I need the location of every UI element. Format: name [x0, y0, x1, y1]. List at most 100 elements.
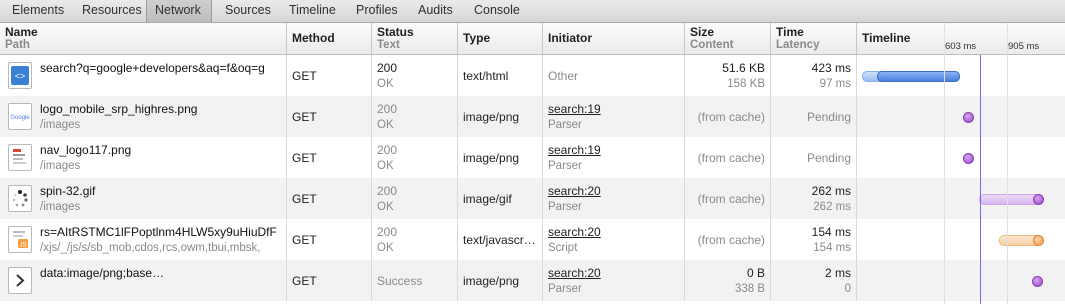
initiator-link[interactable]: search:20 — [548, 225, 679, 239]
initiator-cell: search:20 Parser — [543, 260, 685, 301]
svg-text:JS: JS — [19, 243, 26, 249]
column-title: Name — [5, 25, 38, 39]
status-cell: 200 OK — [372, 96, 458, 137]
request-method: GET — [292, 110, 317, 124]
request-time: Pending — [806, 151, 851, 165]
timeline-dot — [1032, 276, 1043, 287]
request-name: logo_mobile_srp_highres.png — [40, 102, 198, 116]
name-cell: spin-32.gif /images — [0, 178, 287, 219]
column-header-timeline[interactable]: Timeline 603 ms 905 ms — [857, 23, 1065, 54]
initiator-type: Parser — [548, 119, 582, 131]
initiator-link[interactable]: search:19 — [548, 102, 679, 116]
initiator-cell: Other — [543, 55, 685, 96]
column-title: Status — [377, 25, 414, 39]
status-text: OK — [377, 242, 394, 254]
column-header-time[interactable]: Time Latency — [771, 23, 857, 54]
transfer-size: (from cache) — [697, 110, 765, 124]
size-cell: (from cache) — [685, 219, 771, 260]
time-cell: 2 ms 0 — [771, 260, 857, 301]
name-cell: JS rs=AItRSTMC1lFPoptlnm4HLW5xy9uHiuDfF … — [0, 219, 287, 260]
initiator-link[interactable]: search:20 — [548, 184, 679, 198]
timeline-cell — [857, 260, 1065, 301]
type-cell: image/gif — [458, 178, 543, 219]
timeline-cell — [857, 137, 1065, 178]
status-cell: 200 OK — [372, 178, 458, 219]
timeline-marker-label: 905 ms — [1008, 41, 1040, 52]
name-cell: Google logo_mobile_srp_highres.png /imag… — [0, 96, 287, 137]
request-path: /images — [40, 160, 81, 172]
request-row[interactable]: nav_logo117.png /images GET 200 OK image… — [0, 137, 1065, 179]
column-header-type[interactable]: Type — [458, 23, 543, 54]
request-time: Pending — [806, 110, 851, 124]
request-row[interactable]: spin-32.gif /images GET 200 OK image/gif… — [0, 178, 1065, 220]
initiator-type: Parser — [548, 283, 582, 295]
transfer-size: (from cache) — [697, 192, 765, 206]
request-time: 154 ms — [811, 225, 851, 239]
column-title: Initiator — [548, 31, 592, 45]
html-document-icon: <> — [8, 62, 32, 89]
column-header-initiator[interactable]: Initiator — [543, 23, 685, 54]
initiator-type: Parser — [548, 160, 582, 172]
request-row[interactable]: <> search?q=google+developers&aq=f&oq=g … — [0, 55, 1065, 97]
request-latency: 97 ms — [819, 78, 851, 90]
initiator-cell: search:19 Parser — [543, 96, 685, 137]
tab-audits[interactable]: Audits — [410, 0, 461, 22]
name-cell: data:image/png;base… — [0, 260, 287, 301]
timeline-marker-label: 603 ms — [945, 41, 977, 52]
tab-sources[interactable]: Sources — [217, 0, 279, 22]
mime-type: text/html — [463, 69, 509, 83]
tab-console[interactable]: Console — [466, 0, 528, 22]
status-text: OK — [377, 160, 394, 172]
column-title: Size — [690, 25, 715, 39]
tab-profiles[interactable]: Profiles — [348, 0, 406, 22]
initiator-link[interactable]: search:20 — [548, 266, 679, 280]
request-path: /xjs/_/js/s/sb_mob,cdos,rcs,owm,tbui,mbs… — [40, 242, 261, 254]
name-cell: <> search?q=google+developers&aq=f&oq=g — [0, 55, 287, 96]
column-header-size[interactable]: Size Content — [685, 23, 771, 54]
column-subtitle: Path — [5, 39, 30, 51]
request-row[interactable]: JS rs=AItRSTMC1lFPoptlnm4HLW5xy9uHiuDfF … — [0, 219, 1065, 261]
mime-type: image/png — [463, 110, 520, 124]
request-time: 262 ms — [811, 184, 851, 198]
status-code: 200 — [377, 102, 398, 116]
image-thumbnail-icon: Google — [8, 103, 32, 130]
request-method: GET — [292, 151, 317, 165]
network-grid: Name Path Method Status Text Type Initia… — [0, 23, 1065, 304]
tab-elements[interactable]: Elements — [4, 0, 72, 22]
timeline-cell — [857, 96, 1065, 137]
tab-resources[interactable]: Resources — [74, 0, 150, 22]
tab-network[interactable]: Network — [146, 0, 212, 22]
request-name: spin-32.gif — [40, 184, 96, 198]
method-cell: GET — [287, 260, 372, 301]
time-cell: 154 ms 154 ms — [771, 219, 857, 260]
initiator-type: Parser — [548, 201, 582, 213]
status-cell: Success — [372, 260, 458, 301]
initiator-link[interactable]: search:19 — [548, 143, 679, 157]
chevron-right-icon[interactable] — [8, 267, 32, 294]
time-cell: 262 ms 262 ms — [771, 178, 857, 219]
request-row[interactable]: data:image/png;base… GET Success image/p… — [0, 260, 1065, 302]
column-header-status[interactable]: Status Text — [372, 23, 458, 54]
column-header-method[interactable]: Method — [287, 23, 372, 54]
column-header-name[interactable]: Name Path — [0, 23, 287, 54]
type-cell: image/png — [458, 96, 543, 137]
column-subtitle: Latency — [776, 39, 820, 51]
image-thumbnail-icon — [8, 144, 32, 171]
tab-timeline[interactable]: Timeline — [281, 0, 344, 22]
timeline-event-marker — [980, 55, 981, 304]
status-code: 200 — [377, 143, 398, 157]
status-text: Success — [377, 274, 423, 288]
status-text: OK — [377, 78, 394, 90]
request-method: GET — [292, 69, 317, 83]
request-path: /images — [40, 201, 81, 213]
request-row[interactable]: Google logo_mobile_srp_highres.png /imag… — [0, 96, 1065, 138]
status-code: 200 — [377, 225, 398, 239]
timeline-gridline — [1007, 23, 1008, 304]
timeline-cell — [857, 55, 1065, 96]
status-text: OK — [377, 119, 394, 131]
type-cell: image/png — [458, 137, 543, 178]
size-cell: 0 B 338 B — [685, 260, 771, 301]
time-cell: Pending — [771, 137, 857, 178]
method-cell: GET — [287, 219, 372, 260]
initiator-type: Script — [548, 242, 578, 254]
